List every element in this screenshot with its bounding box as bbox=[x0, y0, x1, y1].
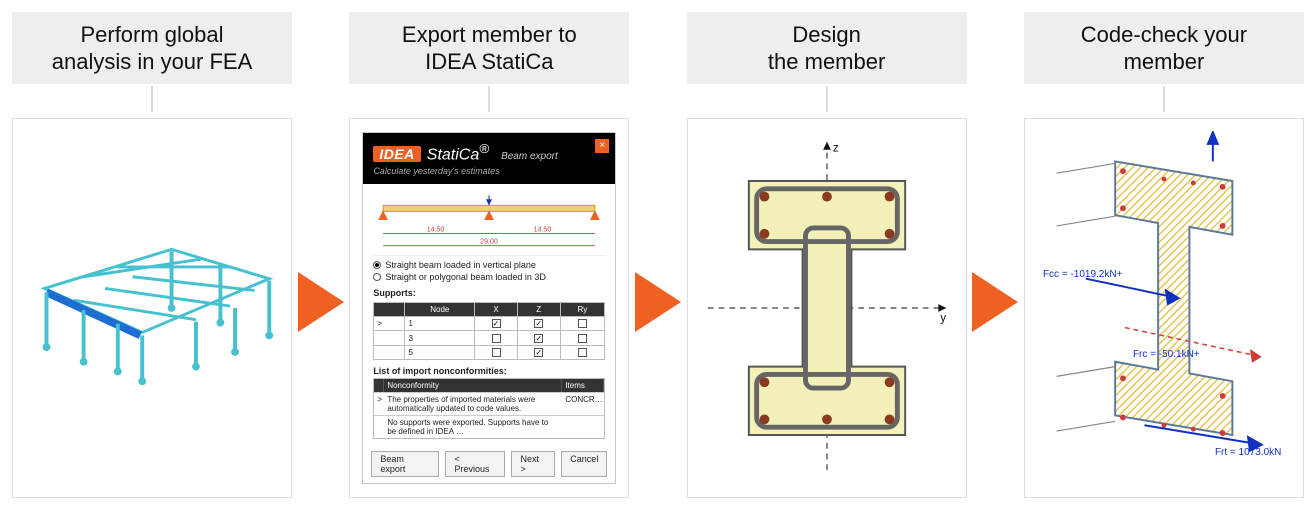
step-1-panel bbox=[12, 118, 292, 498]
span-total: 29.00 bbox=[480, 239, 498, 246]
checkbox-icon[interactable] bbox=[534, 334, 543, 343]
step-1-title: Perform globalanalysis in your FEA bbox=[52, 21, 253, 76]
radio-icon bbox=[373, 261, 381, 269]
table-row: >1 bbox=[374, 317, 605, 331]
brand-name: StatiCa bbox=[427, 146, 479, 163]
span-b: 14.50 bbox=[534, 227, 552, 234]
step-4: Code-check yourmember bbox=[1024, 12, 1304, 498]
checkbox-icon[interactable] bbox=[492, 319, 501, 328]
radio-vertical[interactable]: Straight beam loaded in vertical plane bbox=[373, 260, 605, 270]
step-3-title: Designthe member bbox=[768, 21, 885, 76]
connector bbox=[488, 86, 490, 112]
checkbox-icon[interactable] bbox=[534, 319, 543, 328]
step-4-header: Code-check yourmember bbox=[1024, 12, 1304, 84]
span-a: 14.50 bbox=[427, 227, 445, 234]
table-row: 3 bbox=[374, 331, 605, 345]
brand-idea: IDEA bbox=[373, 146, 420, 162]
arrow-icon bbox=[298, 272, 344, 332]
next-button[interactable]: Next > bbox=[511, 451, 555, 477]
supports-table: Node X Z Ry >1 3 5 bbox=[373, 302, 605, 360]
force-label-fcc: Fcc = -1019.2kN+ bbox=[1043, 269, 1122, 280]
step-4-title: Code-check yourmember bbox=[1081, 21, 1247, 76]
axis-y: y bbox=[940, 312, 946, 325]
step-2-header: Export member toIDEA StatiCa bbox=[349, 12, 629, 84]
brand-reg: ® bbox=[479, 141, 489, 156]
connector bbox=[151, 86, 153, 112]
step-3-panel: z y bbox=[687, 118, 967, 498]
table-row: 5 bbox=[374, 345, 605, 359]
nonconf-list: NonconformityItems >The properties of im… bbox=[373, 378, 605, 439]
checkbox-icon[interactable] bbox=[578, 319, 587, 328]
close-icon[interactable]: × bbox=[595, 139, 609, 153]
arrow-icon bbox=[635, 272, 681, 332]
previous-button[interactable]: < Previous bbox=[445, 451, 505, 477]
checkbox-icon[interactable] bbox=[578, 348, 587, 357]
arrow-icon bbox=[972, 272, 1018, 332]
arrow-2 bbox=[635, 12, 681, 332]
arrow-3 bbox=[972, 12, 1018, 332]
force-label-frc: Frc = -50.1kN+ bbox=[1133, 349, 1200, 360]
radio-3d[interactable]: Straight or polygonal beam loaded in 3D bbox=[373, 272, 605, 282]
step-2-panel: IDEA StatiCa® Beam export Calculate yest… bbox=[349, 118, 629, 498]
brand-module: Beam export bbox=[501, 151, 558, 162]
step-1: Perform globalanalysis in your FEA bbox=[12, 12, 292, 498]
step-4-panel: Fcc = -1019.2kN+ Frc = -50.1kN+ Frt = 10… bbox=[1024, 118, 1304, 498]
step-2-title: Export member toIDEA StatiCa bbox=[402, 21, 577, 76]
beam-export-button[interactable]: Beam export bbox=[371, 451, 439, 477]
checkbox-icon[interactable] bbox=[578, 334, 587, 343]
supports-title: Supports: bbox=[373, 288, 605, 298]
nonconf-title: List of import nonconformities: bbox=[373, 366, 605, 376]
export-dialog: IDEA StatiCa® Beam export Calculate yest… bbox=[362, 132, 616, 485]
dialog-header: IDEA StatiCa® Beam export Calculate yest… bbox=[363, 133, 615, 184]
connector bbox=[1163, 86, 1165, 112]
code-check-icon: Fcc = -1019.2kN+ Frc = -50.1kN+ Frt = 10… bbox=[1037, 131, 1291, 485]
checkbox-icon[interactable] bbox=[534, 348, 543, 357]
radio-icon bbox=[373, 273, 381, 281]
i-section-icon: z y bbox=[700, 131, 954, 485]
step-2: Export member toIDEA StatiCa IDEA StatiC… bbox=[349, 12, 629, 498]
cancel-button[interactable]: Cancel bbox=[561, 451, 607, 477]
step-3-header: Designthe member bbox=[687, 12, 967, 84]
beam-diagram: 14.50 14.50 29.00 bbox=[373, 192, 605, 256]
connector bbox=[826, 86, 828, 112]
checkbox-icon[interactable] bbox=[492, 348, 501, 357]
force-label-frt: Frt = 1073.0kN bbox=[1215, 447, 1281, 458]
checkbox-icon[interactable] bbox=[492, 334, 501, 343]
fea-structure-icon bbox=[25, 208, 279, 408]
brand-tagline: Calculate yesterday's estimates bbox=[373, 166, 605, 176]
step-3: Designthe member z y bbox=[687, 12, 967, 498]
arrow-1 bbox=[298, 12, 344, 332]
step-1-header: Perform globalanalysis in your FEA bbox=[12, 12, 292, 84]
axis-z: z bbox=[832, 142, 838, 155]
